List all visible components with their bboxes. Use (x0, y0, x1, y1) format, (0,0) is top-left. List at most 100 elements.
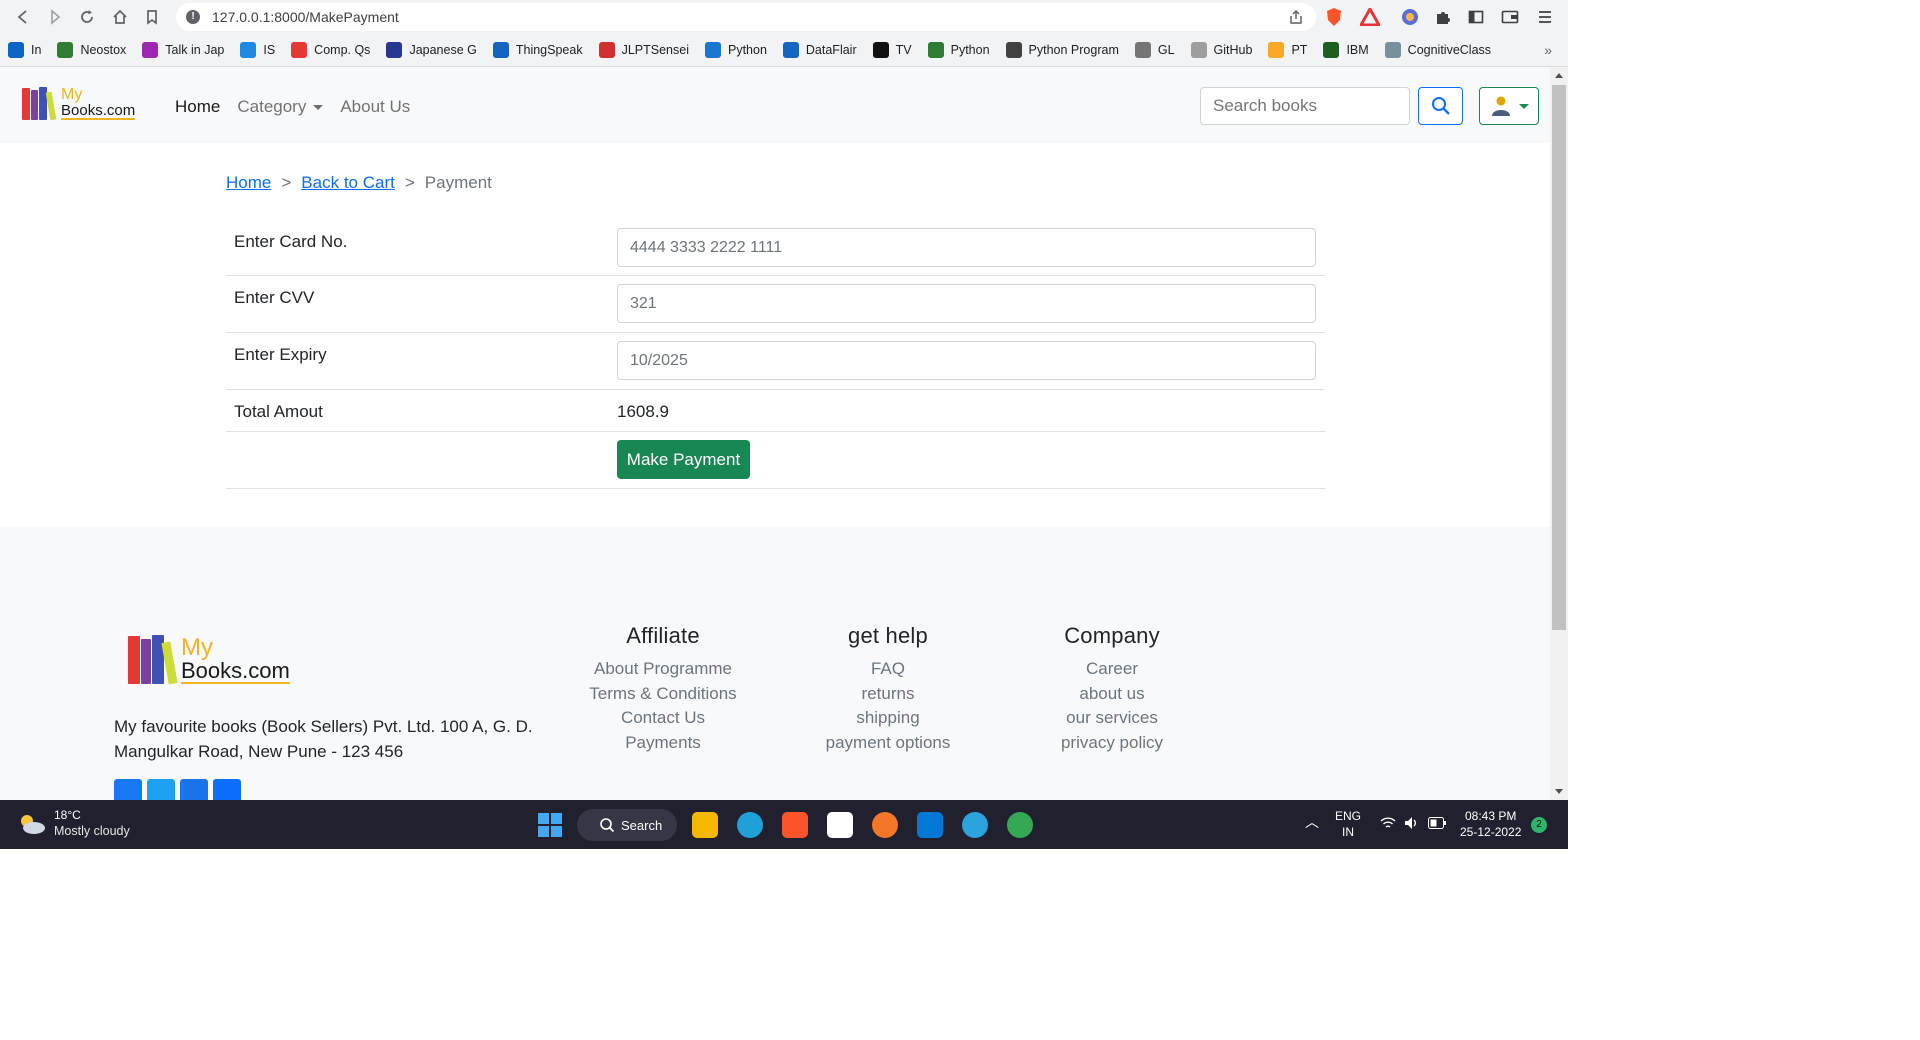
brave-shield-icon[interactable] (1324, 7, 1344, 27)
footer-link[interactable]: shipping (788, 706, 988, 731)
breadcrumb-home[interactable]: Home (226, 173, 271, 193)
footer-link[interactable]: returns (788, 682, 988, 707)
total-label: Total Amout (234, 402, 323, 421)
footer-link[interactable]: Payments (563, 731, 763, 756)
reload-icon[interactable] (72, 2, 102, 32)
file-explorer-icon[interactable] (692, 812, 718, 838)
footer-link[interactable]: our services (1012, 706, 1212, 731)
extension-icon[interactable] (1400, 7, 1420, 27)
card-row: Enter Card No. (226, 220, 1325, 276)
bookmark-item[interactable]: PT (1260, 42, 1315, 58)
bookmark-item[interactable]: TV (865, 42, 920, 58)
scroll-down-icon[interactable] (1555, 789, 1563, 794)
bookmarks-overflow-icon[interactable]: » (1544, 42, 1552, 58)
scroll-up-icon[interactable] (1555, 73, 1563, 78)
tray-expand-icon[interactable]: ︿ (1305, 814, 1319, 830)
chevron-down-icon (313, 105, 324, 111)
make-payment-button[interactable]: Make Payment (617, 440, 750, 479)
site-info-icon[interactable]: ! (186, 10, 200, 24)
logo-my: My (61, 86, 83, 103)
footer-link[interactable]: About Programme (563, 657, 763, 682)
bookmark-item[interactable]: Python (697, 42, 775, 58)
search-button[interactable] (1418, 87, 1463, 125)
bookmark-item[interactable]: IBM (1315, 42, 1376, 58)
taskbar-search[interactable]: Search (577, 809, 677, 841)
search-icon (1431, 97, 1450, 115)
edge-icon[interactable] (737, 812, 763, 838)
dataflair-icon (782, 42, 799, 58)
menu-icon[interactable] (1535, 7, 1555, 27)
jupyter-icon[interactable] (872, 812, 898, 838)
bookmark-label: ThingSpeak (515, 43, 583, 57)
bookmark-item[interactable]: Python (920, 42, 998, 58)
footer-link[interactable]: Contact Us (563, 706, 763, 731)
bookmark-item[interactable]: IS (232, 42, 283, 58)
vscode-icon[interactable] (917, 812, 943, 838)
breadcrumb-cart[interactable]: Back to Cart (301, 173, 395, 193)
page-scrollbar[interactable] (1550, 67, 1568, 800)
weather-widget[interactable]: 18°C Mostly cloudy (18, 808, 130, 839)
bookmark-icon[interactable] (137, 2, 167, 32)
footer-link[interactable]: payment options (788, 731, 988, 756)
back-icon[interactable] (8, 2, 38, 32)
wallet-icon[interactable] (1500, 7, 1520, 27)
clock-date: 25-12-2022 (1460, 825, 1522, 839)
footer-link[interactable]: Career (1012, 657, 1212, 682)
cvv-input[interactable] (617, 284, 1316, 323)
wifi-icon[interactable] (1380, 816, 1396, 834)
battery-icon[interactable] (1428, 817, 1446, 833)
footer-link[interactable]: Terms & Conditions (563, 682, 763, 707)
bookmark-label: In (31, 43, 42, 57)
bookmark-item[interactable]: CognitiveClass (1377, 42, 1499, 58)
bookmark-label: DataFlair (805, 43, 857, 57)
python-icon (1268, 42, 1285, 58)
sidebar-icon[interactable] (1466, 7, 1486, 27)
notification-badge[interactable]: 2 (1531, 817, 1547, 833)
nav-home[interactable]: Home (175, 97, 220, 117)
nav-about[interactable]: About Us (340, 97, 410, 117)
site-footer: My Books.com My favourite books (Book Se… (0, 527, 1550, 807)
puzzle-icon[interactable] (1433, 7, 1453, 27)
nav-category[interactable]: Category (237, 97, 324, 117)
ibm-icon (1323, 42, 1340, 58)
bookmark-item[interactable]: ThingSpeak (485, 42, 591, 58)
url-text: 127.0.0.1:8000/MakePayment (212, 9, 399, 25)
card-number-input[interactable] (617, 228, 1316, 267)
bookmark-item[interactable]: In (0, 42, 49, 58)
notion-icon[interactable] (827, 812, 853, 838)
user-icon (1491, 96, 1510, 116)
footer-link[interactable]: FAQ (788, 657, 988, 682)
expiry-input[interactable] (617, 341, 1316, 380)
bookmark-item[interactable]: Python Program (998, 42, 1127, 58)
windows-start-icon[interactable] (538, 813, 562, 837)
bookmark-item[interactable]: GL (1127, 42, 1183, 58)
bookmark-item[interactable]: Talk in Jap (134, 42, 232, 58)
bookmark-item[interactable]: JLPTSensei (591, 42, 697, 58)
language-indicator[interactable]: ENG IN (1335, 808, 1361, 840)
forward-icon[interactable] (40, 2, 70, 32)
scrollbar-thumb[interactable] (1552, 85, 1566, 630)
footer-link[interactable]: about us (1012, 682, 1212, 707)
bookmark-item[interactable]: GitHub (1183, 42, 1261, 58)
google-icon (1134, 42, 1151, 58)
bookmark-item[interactable]: DataFlair (775, 42, 865, 58)
bookmark-item[interactable]: Comp. Qs (283, 42, 378, 58)
footer-logo[interactable]: My Books.com (128, 635, 290, 685)
home-icon[interactable] (105, 2, 135, 32)
footer-link[interactable]: privacy policy (1012, 731, 1212, 756)
clock[interactable]: 08:43 PM 25-12-2022 (1460, 808, 1521, 840)
chrome-icon[interactable] (1007, 812, 1033, 838)
bookmark-item[interactable]: Japanese G (378, 42, 484, 58)
brave-rewards-icon[interactable] (1360, 7, 1380, 27)
volume-icon[interactable] (1404, 816, 1420, 834)
telegram-icon[interactable] (962, 812, 988, 838)
share-icon[interactable] (1288, 9, 1304, 25)
brave-browser-icon[interactable] (782, 812, 808, 838)
bookmark-label: Neostox (80, 43, 127, 57)
bookmark-item[interactable]: Neostox (49, 42, 134, 58)
address-bar[interactable]: ! 127.0.0.1:8000/MakePayment (176, 3, 1316, 31)
user-menu-button[interactable] (1479, 87, 1539, 125)
site-logo[interactable]: My Books.com (22, 86, 136, 121)
search-input[interactable] (1200, 87, 1410, 125)
weather-temp: 18°C (54, 808, 81, 822)
